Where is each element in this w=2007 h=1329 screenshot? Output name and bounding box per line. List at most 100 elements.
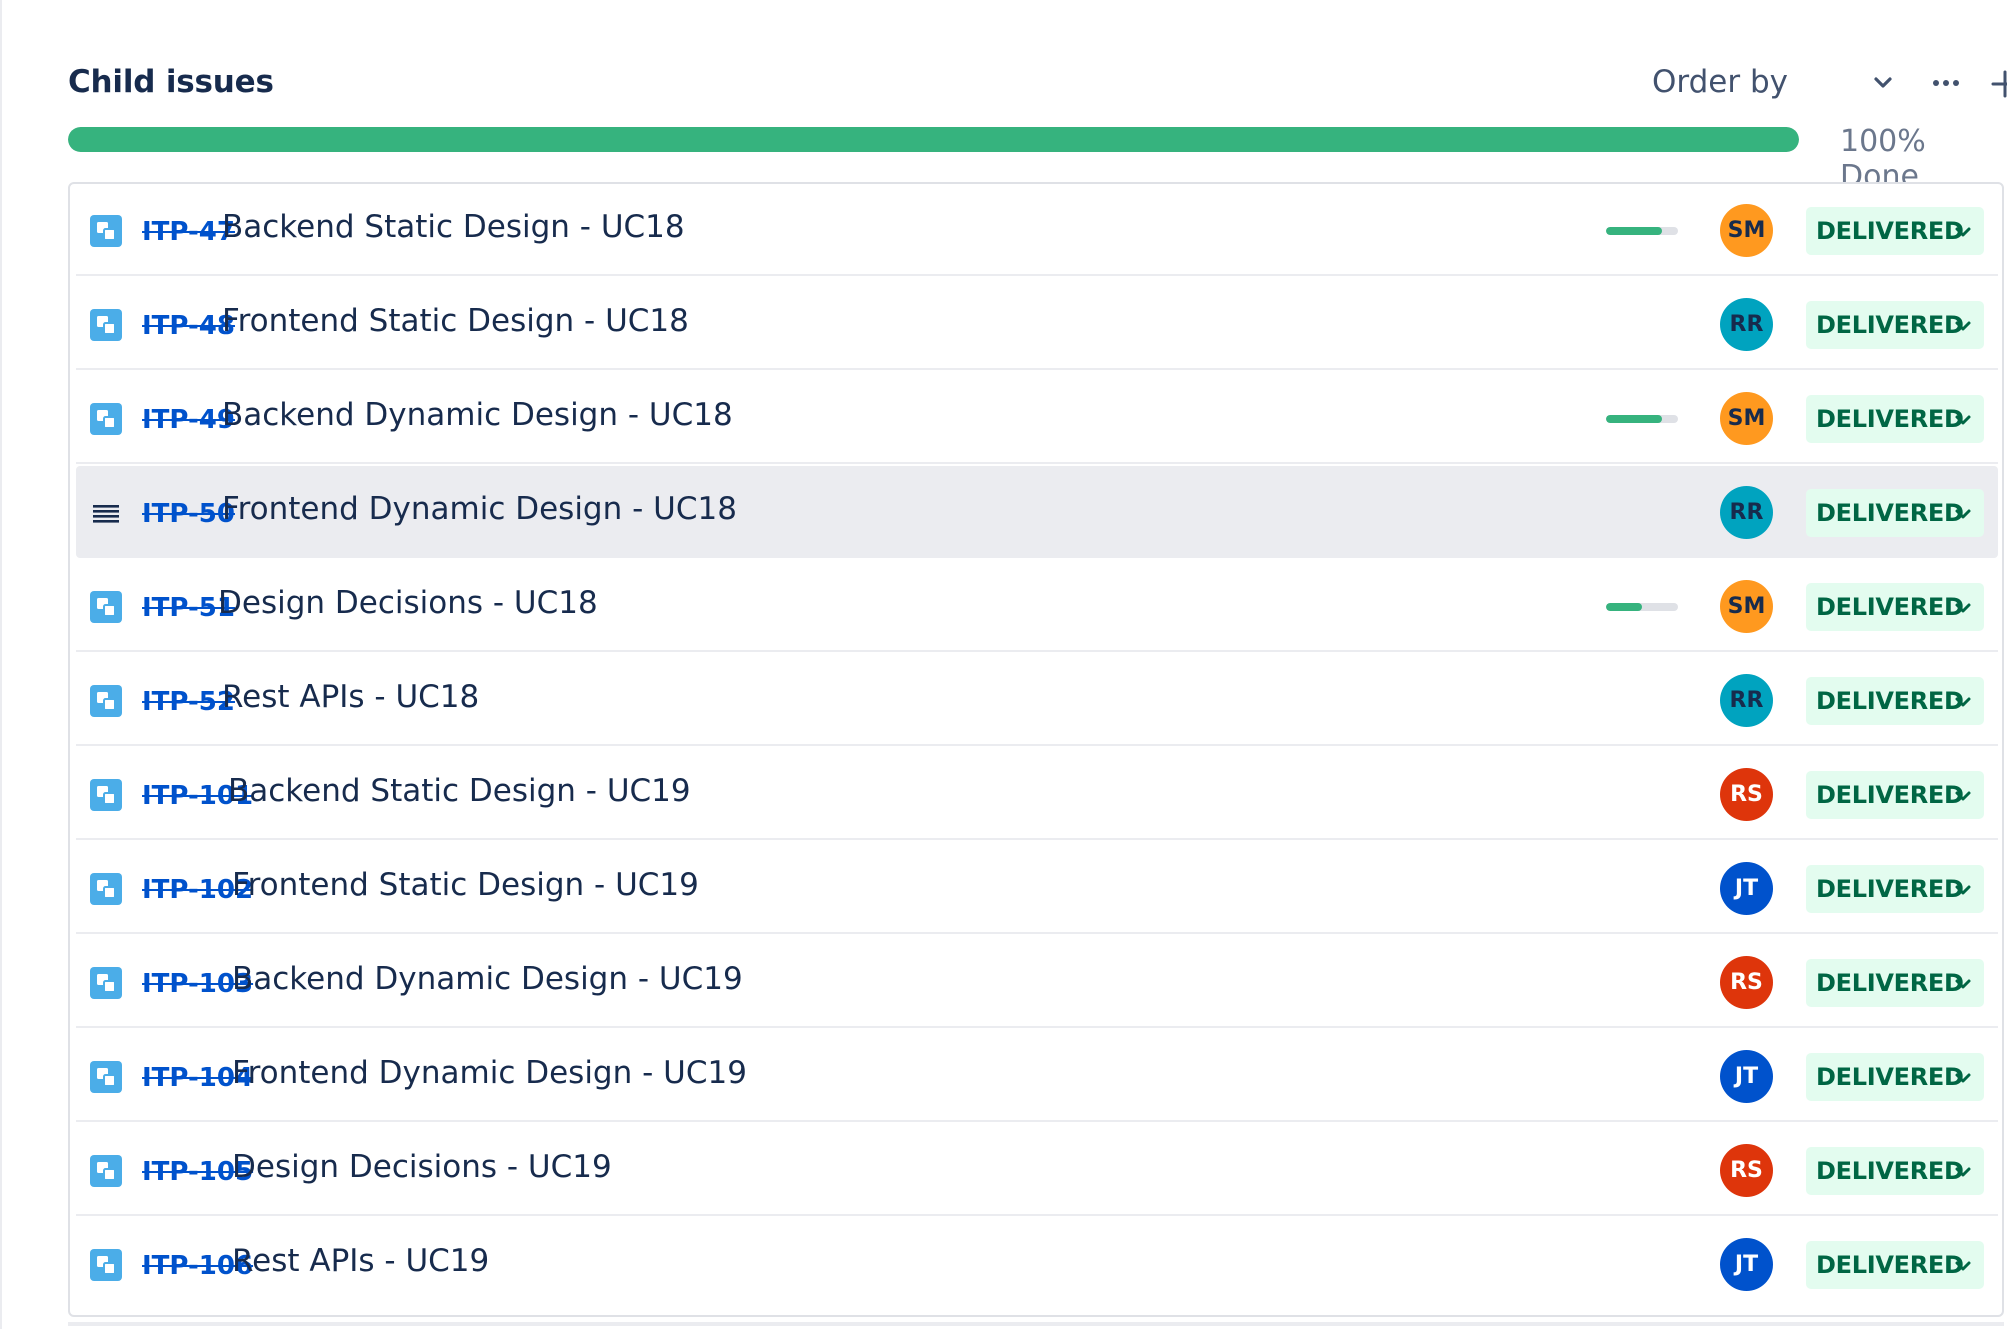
subtask-icon (90, 591, 122, 623)
child-issue-list: ITP-47 Backend Static Design - UC18 SM DELI… (68, 182, 2004, 1317)
assignee-avatar[interactable]: RS (1720, 768, 1773, 821)
assignee-avatar[interactable]: SM (1720, 580, 1773, 633)
status-dropdown[interactable]: DELIVERED (1806, 959, 1984, 1007)
status-dropdown[interactable]: DELIVERED (1806, 771, 1984, 819)
subtask-icon (90, 309, 122, 341)
chevron-down-icon (1955, 791, 1971, 801)
chevron-down-icon (1955, 509, 1971, 519)
chevron-down-icon (1955, 885, 1971, 895)
drag-handle-icon[interactable] (90, 497, 122, 529)
child-issues-panel: Child issues Order by 100% Done ITP-47 Ba… (0, 0, 2007, 1329)
add-child-issue-icon[interactable] (1985, 64, 2007, 104)
chevron-down-icon (1955, 227, 1971, 237)
status-dropdown[interactable]: DELIVERED (1806, 865, 1984, 913)
status-label: DELIVERED (1816, 499, 1964, 527)
status-label: DELIVERED (1816, 875, 1964, 903)
more-actions-icon[interactable] (1926, 68, 1966, 98)
status-dropdown[interactable]: DELIVERED (1806, 395, 1984, 443)
issue-summary[interactable]: Backend Static Design - UC19 (228, 773, 691, 809)
status-label: DELIVERED (1816, 781, 1964, 809)
status-dropdown[interactable]: DELIVERED (1806, 1147, 1984, 1195)
issue-summary[interactable]: Backend Static Design - UC18 (222, 209, 685, 245)
assignee-avatar[interactable]: RS (1720, 956, 1773, 1009)
status-label: DELIVERED (1816, 311, 1964, 339)
assignee-avatar[interactable]: RR (1720, 298, 1773, 351)
issue-row[interactable]: ITP-105 Design Decisions - UC19 RS DELIVERE… (76, 1124, 1998, 1216)
status-label: DELIVERED (1816, 687, 1964, 715)
status-dropdown[interactable]: DELIVERED (1806, 1241, 1984, 1289)
subtask-icon (90, 873, 122, 905)
issue-row[interactable]: ITP-47 Backend Static Design - UC18 SM DELI… (76, 184, 1998, 276)
chevron-down-icon[interactable] (1868, 68, 1898, 98)
issue-summary[interactable]: Design Decisions - UC18 (218, 585, 598, 621)
status-label: DELIVERED (1816, 405, 1964, 433)
subtask-icon (90, 1155, 122, 1187)
chevron-down-icon (1955, 1167, 1971, 1177)
overall-progress-bar (68, 127, 1799, 152)
issue-progress-fill (1606, 415, 1663, 423)
issue-row[interactable]: ITP-104 Frontend Dynamic Design - UC19 JT D… (76, 1030, 1998, 1122)
chevron-down-icon (1955, 1073, 1971, 1083)
assignee-avatar[interactable]: SM (1720, 204, 1773, 257)
assignee-avatar[interactable]: SM (1720, 392, 1773, 445)
status-label: DELIVERED (1816, 969, 1964, 997)
status-dropdown[interactable]: DELIVERED (1806, 489, 1984, 537)
chevron-down-icon (1955, 979, 1971, 989)
issue-progress-fill (1606, 603, 1642, 611)
assignee-avatar[interactable]: JT (1720, 862, 1773, 915)
status-label: DELIVERED (1816, 593, 1964, 621)
issue-summary[interactable]: Design Decisions - UC19 (232, 1149, 612, 1185)
issue-summary[interactable]: Backend Dynamic Design - UC18 (222, 397, 733, 433)
issue-row[interactable]: ITP-48 Frontend Static Design - UC18 RR DEL… (76, 278, 1998, 370)
status-label: DELIVERED (1816, 1157, 1964, 1185)
bottom-divider (68, 1322, 2004, 1326)
status-label: DELIVERED (1816, 217, 1964, 245)
status-dropdown[interactable]: DELIVERED (1806, 301, 1984, 349)
subtask-icon (90, 967, 122, 999)
status-dropdown[interactable]: DELIVERED (1806, 583, 1984, 631)
issue-summary[interactable]: Rest APIs - UC18 (222, 679, 479, 715)
issue-row[interactable]: ITP-106 Rest APIs - UC19 JT DELIVERED (76, 1218, 1998, 1310)
status-label: DELIVERED (1816, 1063, 1964, 1091)
issue-row[interactable]: ITP-52 Rest APIs - UC18 RR DELIVERED (76, 654, 1998, 746)
issue-row[interactable]: ITP-51 Design Decisions - UC18 SM DELIVERED (76, 560, 1998, 652)
assignee-avatar[interactable]: RS (1720, 1144, 1773, 1197)
issue-summary[interactable]: Frontend Dynamic Design - UC18 (222, 491, 737, 527)
issue-row[interactable]: ITP-50 Frontend Dynamic Design - UC18 RR DE… (76, 466, 1998, 558)
chevron-down-icon (1955, 415, 1971, 425)
subtask-icon (90, 779, 122, 811)
overall-progress-fill (68, 127, 1799, 152)
assignee-avatar[interactable]: JT (1720, 1050, 1773, 1103)
order-by-button[interactable]: Order by (1652, 64, 1788, 100)
left-divider (0, 0, 2, 1329)
status-dropdown[interactable]: DELIVERED (1806, 1053, 1984, 1101)
assignee-avatar[interactable]: RR (1720, 674, 1773, 727)
subtask-icon (90, 403, 122, 435)
issue-summary[interactable]: Backend Dynamic Design - UC19 (232, 961, 743, 997)
issue-summary[interactable]: Frontend Static Design - UC19 (232, 867, 699, 903)
issue-summary[interactable]: Rest APIs - UC19 (232, 1243, 489, 1279)
subtask-icon (90, 215, 122, 247)
subtask-icon (90, 685, 122, 717)
subtask-icon (90, 1249, 122, 1281)
status-dropdown[interactable]: DELIVERED (1806, 207, 1984, 255)
chevron-down-icon (1955, 1261, 1971, 1271)
chevron-down-icon (1955, 603, 1971, 613)
issue-row[interactable]: ITP-49 Backend Dynamic Design - UC18 SM DEL… (76, 372, 1998, 464)
issue-progress-bar (1606, 227, 1678, 235)
issue-summary[interactable]: Frontend Dynamic Design - UC19 (232, 1055, 747, 1091)
issue-progress-bar (1606, 415, 1678, 423)
issue-row[interactable]: ITP-101 Backend Static Design - UC19 RS DEL… (76, 748, 1998, 840)
issue-summary[interactable]: Frontend Static Design - UC18 (222, 303, 689, 339)
issue-progress-bar (1606, 603, 1678, 611)
subtask-icon (90, 1061, 122, 1093)
issue-row[interactable]: ITP-103 Backend Dynamic Design - UC19 RS DE… (76, 936, 1998, 1028)
issue-progress-fill (1606, 227, 1663, 235)
status-dropdown[interactable]: DELIVERED (1806, 677, 1984, 725)
chevron-down-icon (1955, 321, 1971, 331)
chevron-down-icon (1955, 697, 1971, 707)
issue-row[interactable]: ITP-102 Frontend Static Design - UC19 JT DE… (76, 842, 1998, 934)
section-title: Child issues (68, 64, 274, 100)
assignee-avatar[interactable]: JT (1720, 1238, 1773, 1291)
assignee-avatar[interactable]: RR (1720, 486, 1773, 539)
